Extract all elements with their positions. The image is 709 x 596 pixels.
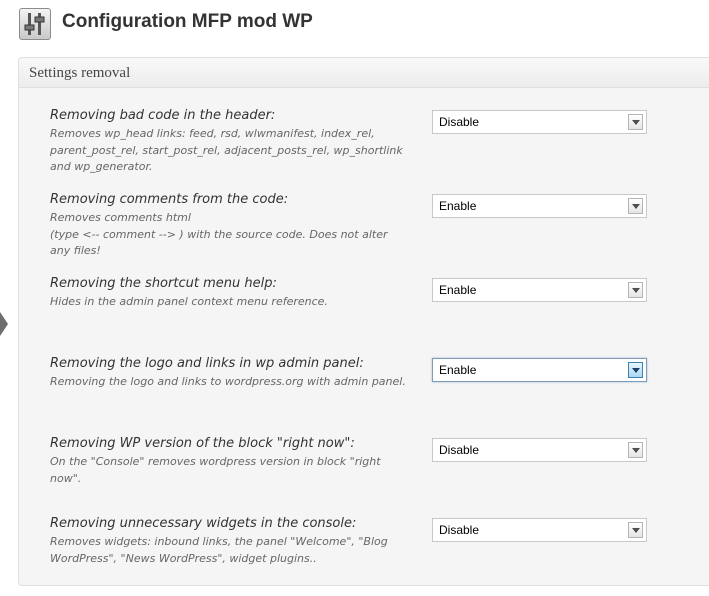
select-value: Enable [439, 363, 477, 377]
settings-list: Removing bad code in the header: Removes… [19, 58, 709, 585]
chevron-down-icon[interactable] [628, 362, 643, 378]
comments-select[interactable]: Enable [432, 194, 647, 218]
widgets-select[interactable]: Disable [432, 518, 647, 542]
settings-removal-panel: Settings removal Removing bad code in th… [18, 57, 709, 586]
setting-title: Removing comments from the code: [50, 192, 289, 207]
header-code-select[interactable]: Disable [432, 110, 647, 134]
select-value: Enable [439, 199, 477, 213]
setting-text: Removing bad code in the header: Removes… [50, 107, 410, 176]
settings-page: Configuration MFP mod WP Settings remova… [0, 0, 709, 596]
select-value: Disable [439, 523, 480, 537]
setting-description: Removes widgets: inbound links, the pane… [50, 535, 388, 565]
chevron-down-icon[interactable] [628, 114, 643, 130]
setting-description: Removing the logo and links to wordpress… [50, 375, 406, 388]
setting-text: Removing the shortcut menu help: Hides i… [50, 275, 410, 311]
setting-description-line: (type <-- comment --> ) with the source … [50, 227, 388, 258]
chevron-down-icon[interactable] [628, 198, 643, 214]
setting-title: Removing bad code in the header: [50, 108, 276, 123]
help-menu-select[interactable]: Enable [432, 278, 647, 302]
setting-description-line: Removes comments html [50, 211, 191, 224]
chevron-down-icon[interactable] [628, 442, 643, 458]
select-value: Enable [439, 283, 477, 297]
setting-title: Removing the logo and links in wp admin … [50, 356, 364, 371]
admin-logo-select[interactable]: Enable [432, 358, 647, 382]
setting-description: Hides in the admin panel context menu re… [50, 295, 328, 308]
setting-title: Removing WP version of the block "right … [50, 436, 355, 451]
collapse-arrow-icon[interactable] [0, 312, 8, 336]
page-title: Configuration MFP mod WP [62, 11, 313, 32]
chevron-down-icon[interactable] [628, 522, 643, 538]
wp-version-select[interactable]: Disable [432, 438, 647, 462]
setting-description: Removes wp_head links: feed, rsd, wlwman… [50, 127, 403, 173]
setting-text: Removing comments from the code: Removes… [50, 191, 410, 260]
select-value: Disable [439, 115, 480, 129]
setting-description: On the "Console" removes wordpress versi… [50, 455, 381, 485]
chevron-down-icon[interactable] [628, 282, 643, 298]
setting-title: Removing unnecessary widgets in the cons… [50, 516, 357, 531]
setting-title: Removing the shortcut menu help: [50, 276, 277, 291]
settings-sliders-icon [19, 8, 51, 40]
setting-text: Removing the logo and links in wp admin … [50, 355, 410, 391]
setting-text: Removing WP version of the block "right … [50, 435, 410, 487]
setting-text: Removing unnecessary widgets in the cons… [50, 515, 410, 567]
setting-description: Removes comments html (type <-- comment … [50, 210, 410, 260]
select-value: Disable [439, 443, 480, 457]
